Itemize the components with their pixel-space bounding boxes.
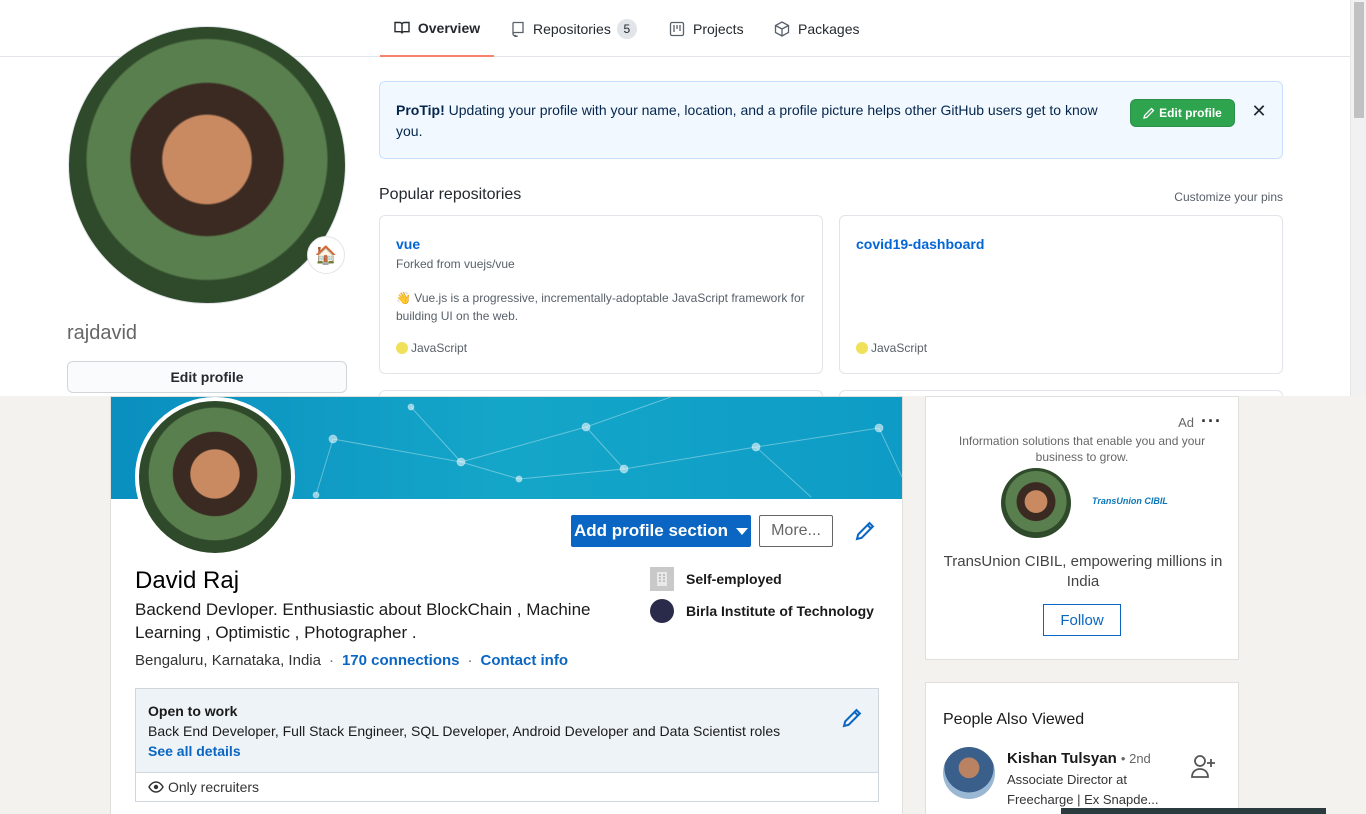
protip-bold: ProTip! (396, 102, 445, 118)
wave-emoji-icon: 👋 (396, 291, 411, 305)
tab-projects-label: Projects (693, 20, 744, 37)
project-icon (669, 21, 685, 36)
experience-item[interactable]: Self-employed (650, 567, 782, 591)
repo-language-label: JavaScript (871, 341, 928, 355)
profile-top-card: Add profile section More... David Raj Ba… (110, 396, 903, 814)
edit-profile-button[interactable]: Edit profile (67, 361, 347, 393)
connection-degree: • 2nd (1120, 751, 1151, 766)
follow-button[interactable]: Follow (1043, 604, 1121, 636)
people-also-viewed-title: People Also Viewed (943, 711, 1085, 728)
visibility-label: Only recruiters (168, 779, 260, 795)
tab-packages-label: Packages (798, 20, 860, 37)
github-avatar[interactable] (68, 26, 346, 304)
ad-tagline: TransUnion CIBIL, empowering millions in… (943, 553, 1223, 590)
repo-description: 👋 Vue.js is a progressive, incrementally… (396, 289, 806, 325)
caret-down-icon (735, 527, 748, 535)
popular-repositories-title: Popular repositories (379, 186, 522, 203)
repo-description-text: Vue.js is a progressive, incrementally-a… (396, 291, 805, 323)
education-item[interactable]: Birla Institute of Technology (650, 599, 874, 623)
open-to-work-title: Open to work (148, 703, 238, 719)
more-options-icon[interactable]: ··· (1201, 411, 1222, 432)
add-section-label: Add profile section (574, 521, 728, 540)
open-to-work-roles: Back End Developer, Full Stack Engineer,… (148, 723, 781, 739)
ad-user-avatar (1001, 468, 1071, 538)
close-icon[interactable]: ✕ (1250, 100, 1268, 122)
package-icon (774, 20, 790, 37)
profile-headline: Backend Devloper. Enthusiastic about Blo… (135, 600, 591, 642)
repo-card: vue Forked from vuejs/vue 👋 Vue.js is a … (379, 215, 823, 374)
pencil-icon (1143, 107, 1155, 119)
linkedin-avatar[interactable] (135, 397, 295, 557)
language-color-dot (856, 342, 868, 354)
profile-location: Bengaluru, Karnataka, India (135, 652, 321, 669)
language-color-dot (396, 342, 408, 354)
protip-edit-label: Edit profile (1159, 106, 1222, 120)
school-logo-icon (650, 599, 674, 623)
repo-language-label: JavaScript (411, 341, 468, 355)
repo-fork-note: Forked from vuejs/vue (396, 257, 515, 271)
ad-label: Ad (1178, 415, 1194, 430)
protip-banner: ProTip! Updating your profile with your … (379, 81, 1283, 159)
pencil-icon[interactable] (853, 519, 877, 543)
ad-card: Ad ··· Information solutions that enable… (925, 396, 1239, 660)
protip-edit-profile-button[interactable]: Edit profile (1130, 99, 1235, 127)
repo-icon (512, 21, 524, 37)
separator-dot: · (467, 652, 473, 669)
tab-projects[interactable]: Projects (669, 0, 744, 57)
tab-repositories-label: Repositories (533, 20, 611, 37)
add-connection-icon[interactable] (1190, 753, 1216, 779)
people-also-viewed-card: People Also Viewed Kishan Tulsyan • 2nd … (925, 682, 1239, 814)
tab-overview-label: Overview (417, 19, 481, 36)
person-name-text: Kishan Tulsyan (1007, 750, 1117, 767)
contact-info-link[interactable]: Contact info (481, 652, 569, 669)
protip-text: ProTip! Updating your profile with your … (396, 100, 1116, 142)
pencil-icon[interactable] (840, 706, 864, 730)
person-name[interactable]: Kishan Tulsyan • 2nd (1007, 750, 1151, 767)
github-username: rajdavid (67, 322, 138, 344)
add-profile-section-button[interactable]: Add profile section (571, 515, 751, 547)
building-icon (650, 567, 674, 591)
connections-link[interactable]: 170 connections (342, 652, 460, 669)
open-to-work-card: Open to work Back End Developer, Full St… (135, 688, 879, 773)
see-all-details-link[interactable]: See all details (148, 743, 241, 759)
repo-language: JavaScript (396, 341, 467, 355)
repo-language: JavaScript (856, 341, 927, 355)
tab-overview[interactable]: Overview (380, 0, 494, 57)
ad-description: Information solutions that enable you an… (958, 434, 1206, 464)
eye-icon (148, 781, 164, 793)
tab-packages[interactable]: Packages (774, 0, 859, 57)
customize-pins-link[interactable]: Customize your pins (1174, 190, 1283, 204)
github-profile: Overview Repositories 5 Projects Package… (0, 0, 1366, 420)
education-label: Birla Institute of Technology (686, 603, 874, 619)
person-role: Associate Director at Freecharge | Ex Sn… (1007, 772, 1159, 807)
person-avatar[interactable] (943, 747, 995, 799)
protip-message: Updating your profile with your name, lo… (396, 102, 1098, 139)
repo-card: covid19-dashboard JavaScript (839, 215, 1283, 374)
status-house-icon[interactable]: 🏠 (307, 236, 345, 274)
transunion-cibil-logo: TransUnion CIBIL (1092, 496, 1168, 506)
linkedin-profile: Add profile section More... David Raj Ba… (0, 396, 1366, 814)
repositories-count-badge: 5 (616, 18, 637, 39)
tab-repositories[interactable]: Repositories 5 (511, 0, 637, 57)
visibility-row: Only recruiters (135, 773, 879, 802)
book-icon (394, 21, 410, 34)
more-button[interactable]: More... (759, 515, 833, 547)
profile-name: David Raj (135, 567, 240, 594)
separator-dot: · (328, 652, 334, 669)
profile-location-row: Bengaluru, Karnataka, India · 170 connec… (135, 652, 568, 669)
messaging-bar-edge[interactable] (1061, 808, 1326, 814)
page-scrollbar[interactable] (1350, 0, 1366, 396)
repo-name-link[interactable]: vue (396, 236, 420, 252)
scrollbar-thumb[interactable] (1354, 2, 1364, 118)
repo-name-link[interactable]: covid19-dashboard (856, 236, 984, 252)
experience-label: Self-employed (686, 571, 782, 587)
